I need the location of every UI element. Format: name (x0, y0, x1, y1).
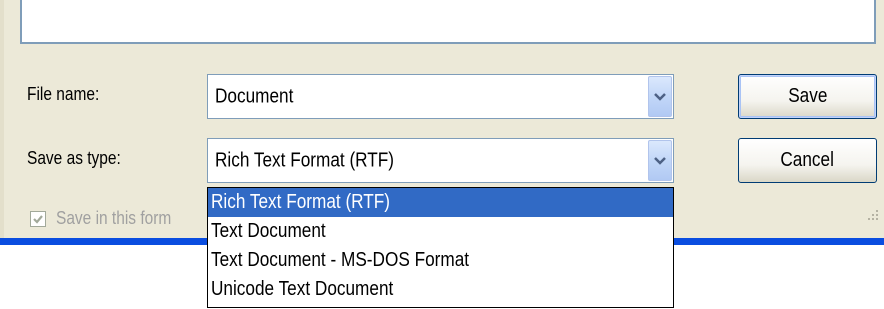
dropdown-option-rtf[interactable]: Rich Text Format (RTF) (208, 188, 673, 217)
chevron-down-icon (654, 156, 666, 165)
file-name-combobox[interactable]: Document (207, 74, 674, 119)
file-name-dropdown-button[interactable] (648, 76, 672, 117)
dropdown-option-label: Rich Text Format (RTF) (211, 191, 391, 213)
save-in-format-checkbox[interactable] (30, 211, 46, 227)
dropdown-option-label: Text Document - MS-DOS Format (211, 249, 470, 271)
cancel-button-label: Cancel (780, 149, 835, 171)
file-name-label: File name: (27, 84, 100, 104)
checkmark-icon (33, 215, 43, 224)
save-as-type-dropdown-button[interactable] (648, 140, 672, 181)
file-name-input[interactable]: Document (215, 85, 293, 108)
resize-grip-icon[interactable] (866, 208, 880, 222)
dropdown-option-unicode-text[interactable]: Unicode Text Document (208, 275, 673, 304)
file-list-pane[interactable] (20, 0, 876, 44)
dialog-left-edge (0, 0, 4, 242)
save-as-type-dropdown-list[interactable]: Rich Text Format (RTF) Text Document Tex… (207, 187, 674, 308)
save-button-label: Save (787, 85, 828, 107)
dropdown-option-ms-dos-text[interactable]: Text Document - MS-DOS Format (208, 246, 673, 275)
cancel-button[interactable]: Cancel (738, 138, 877, 183)
save-as-type-selected[interactable]: Rich Text Format (RTF) (215, 149, 394, 172)
save-button[interactable]: Save (738, 74, 877, 119)
save-as-type-combobox[interactable]: Rich Text Format (RTF) (207, 138, 674, 183)
dropdown-option-label: Unicode Text Document (211, 278, 394, 300)
save-as-type-label: Save as type: (27, 148, 121, 168)
save-in-format-label: Save in this form (56, 208, 172, 228)
dropdown-option-text-document[interactable]: Text Document (208, 217, 673, 246)
chevron-down-icon (654, 92, 666, 101)
dropdown-option-label: Text Document (211, 220, 326, 242)
